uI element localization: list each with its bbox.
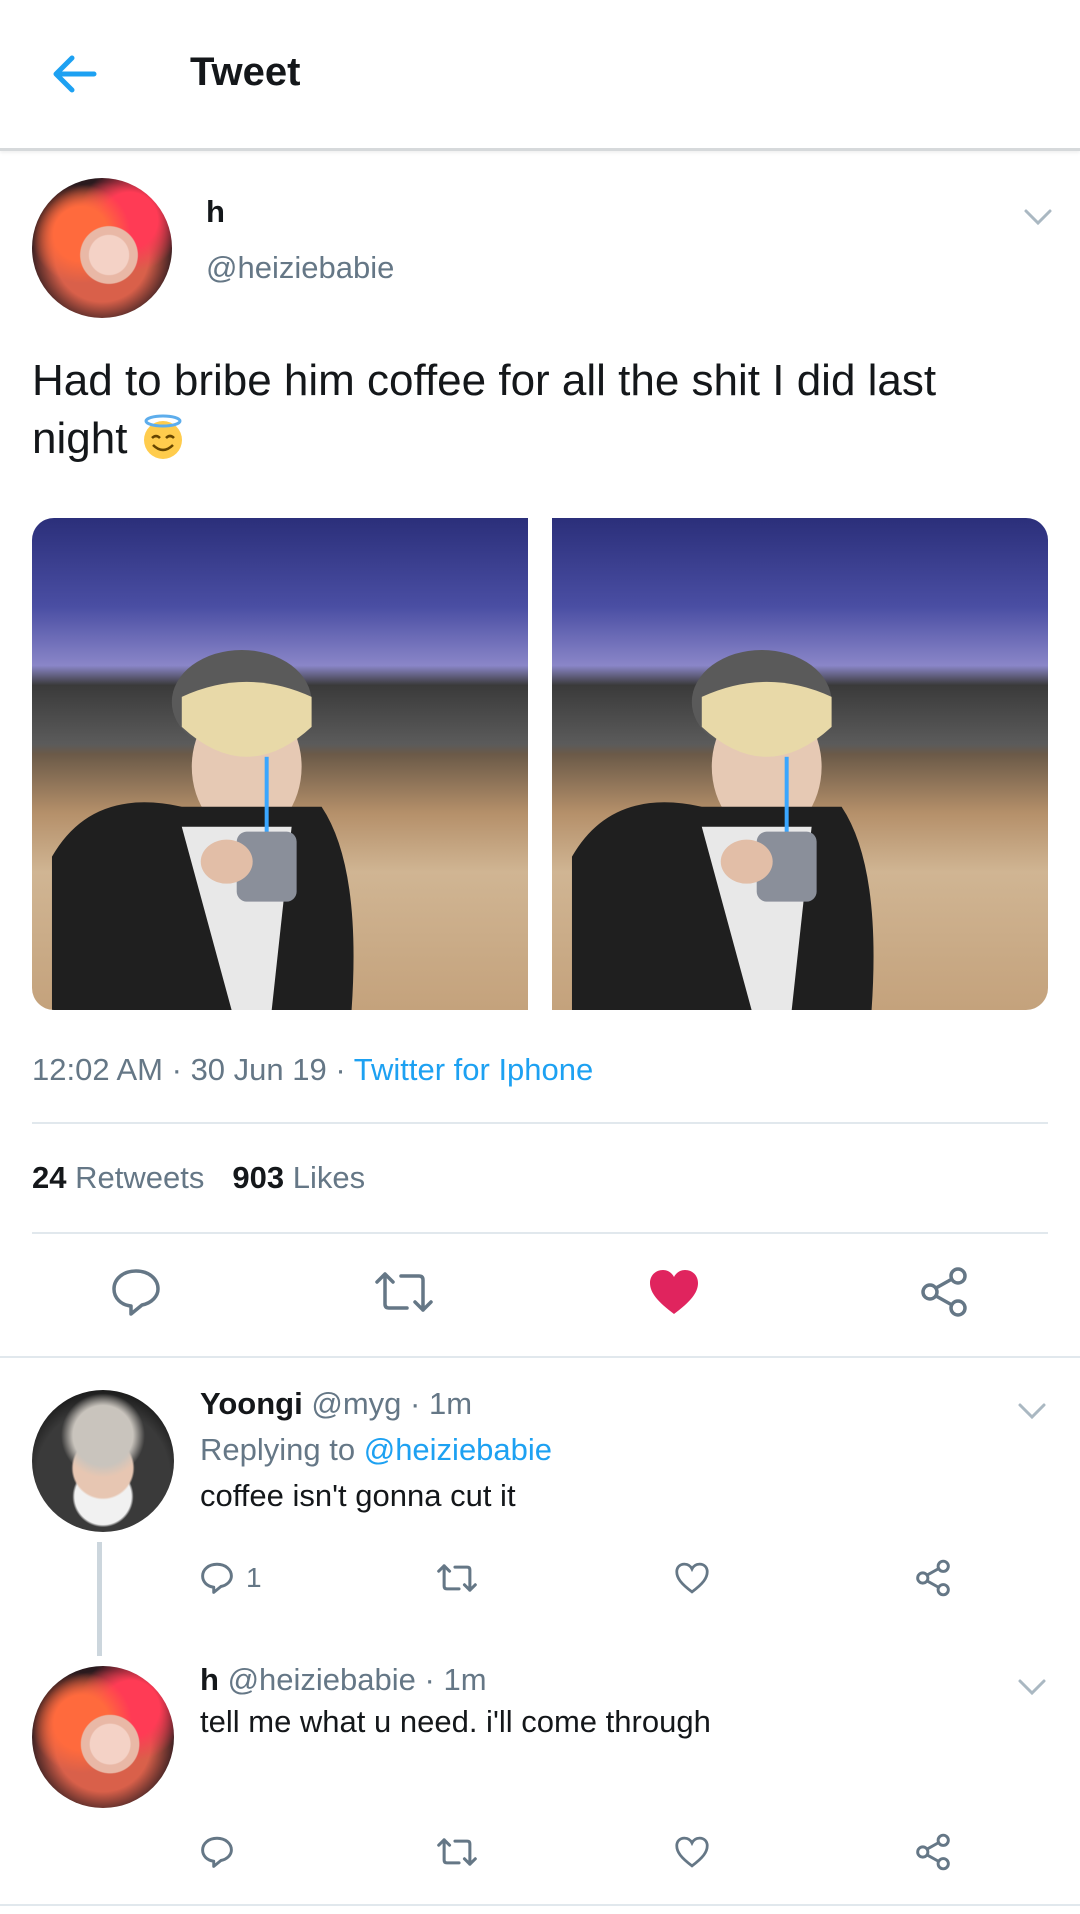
reply-text: coffee isn't gonna cut it xyxy=(200,1478,516,1513)
retweets-stat[interactable]: 24 Retweets xyxy=(32,1160,204,1195)
tweet-photo-2[interactable] xyxy=(552,518,1048,1010)
reply-icon xyxy=(201,1562,233,1594)
separator-dot: · xyxy=(424,1662,435,1697)
separator-dot: · xyxy=(410,1386,421,1421)
divider xyxy=(32,1232,1048,1234)
reply-time: 1m xyxy=(443,1662,487,1697)
reply-text: tell me what u need. i'll come through xyxy=(200,1704,711,1739)
reply-author-handle[interactable]: @myg xyxy=(311,1386,401,1421)
replying-to-label: Replying to xyxy=(200,1432,356,1467)
tweet-actions xyxy=(0,1260,1080,1330)
like-heart-icon[interactable] xyxy=(674,1556,710,1600)
divider xyxy=(32,1122,1048,1124)
back-arrow-icon[interactable] xyxy=(44,46,104,102)
reply-count: 1 xyxy=(246,1562,262,1593)
tweet-photo-1[interactable] xyxy=(32,518,528,1010)
engagement-stats: 24 Retweets 903 Likes xyxy=(32,1160,365,1196)
retweet-icon[interactable] xyxy=(372,1260,436,1324)
retweets-count: 24 xyxy=(32,1160,67,1195)
likes-count: 903 xyxy=(232,1160,285,1195)
reply-action-reply[interactable]: 1 xyxy=(200,1556,262,1600)
section-divider xyxy=(0,1904,1080,1906)
author-name[interactable]: h xyxy=(206,194,225,230)
reply-action-reply[interactable] xyxy=(200,1830,234,1874)
share-icon[interactable] xyxy=(912,1260,976,1324)
photo-image xyxy=(552,518,1048,1010)
reply-avatar-yoongi[interactable] xyxy=(32,1390,174,1532)
retweet-icon[interactable] xyxy=(436,1830,478,1874)
reply-author-name[interactable]: h xyxy=(200,1662,219,1697)
tweet-time: 12:02 AM xyxy=(32,1052,163,1087)
reply-author-name[interactable]: Yoongi xyxy=(200,1386,303,1421)
tweet-source-link[interactable]: Twitter for Iphone xyxy=(354,1052,594,1087)
separator-dot: · xyxy=(335,1052,346,1087)
like-heart-icon[interactable] xyxy=(674,1830,710,1874)
share-icon[interactable] xyxy=(914,1556,952,1600)
tweet-text: Had to bribe him coffee for all the shit… xyxy=(32,352,1042,468)
replying-to: Replying to @heiziebabie xyxy=(200,1432,552,1468)
tweet-date: 30 Jun 19 xyxy=(190,1052,327,1087)
page-title: Tweet xyxy=(190,50,301,94)
reply-header: Yoongi @myg · 1m xyxy=(200,1386,472,1422)
author-avatar[interactable] xyxy=(32,178,172,318)
author-handle[interactable]: @heiziebabie xyxy=(206,250,394,286)
reply-icon[interactable] xyxy=(104,1260,168,1324)
chevron-down-icon[interactable] xyxy=(1012,1672,1052,1702)
section-divider xyxy=(0,1356,1080,1358)
top-bar: Tweet xyxy=(0,0,1080,151)
photo-image xyxy=(32,518,528,1010)
retweets-label: Retweets xyxy=(75,1160,205,1195)
reply-header: h @heiziebabie · 1m xyxy=(200,1662,487,1698)
reply-author-handle[interactable]: @heiziebabie xyxy=(228,1662,416,1697)
reply-avatar-h[interactable] xyxy=(32,1666,174,1808)
likes-label: Likes xyxy=(292,1160,366,1195)
likes-stat[interactable]: 903 Likes xyxy=(232,1160,365,1195)
separator-dot: · xyxy=(171,1052,182,1087)
chevron-down-icon[interactable] xyxy=(1018,202,1058,232)
thread-connector xyxy=(97,1542,102,1656)
reply-icon xyxy=(201,1836,233,1868)
replying-to-mention[interactable]: @heiziebabie xyxy=(364,1432,552,1467)
chevron-down-icon[interactable] xyxy=(1012,1396,1052,1426)
smiling-halo-emoji-icon xyxy=(139,413,187,461)
share-icon[interactable] xyxy=(914,1830,952,1874)
reply-time: 1m xyxy=(428,1386,473,1421)
retweet-icon[interactable] xyxy=(436,1556,478,1600)
tweet-timestamp-row: 12:02 AM · 30 Jun 19 · Twitter for Iphon… xyxy=(32,1052,593,1088)
like-heart-filled-icon[interactable] xyxy=(642,1260,706,1324)
